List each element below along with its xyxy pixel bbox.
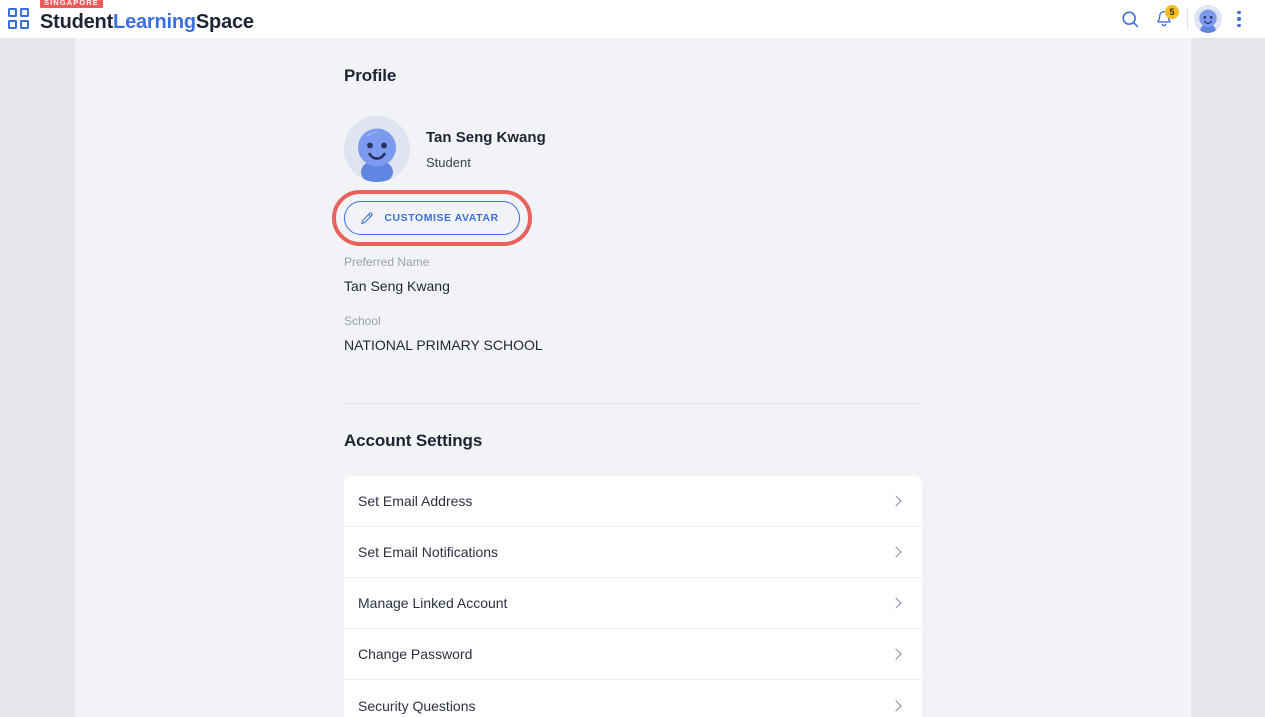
section-divider xyxy=(344,403,922,404)
notifications-button[interactable]: 5 xyxy=(1147,2,1181,36)
pencil-icon xyxy=(361,212,373,224)
setting-row-manage-linked-account[interactable]: Manage Linked Account xyxy=(344,578,922,629)
page-title: StudentLearningSpace xyxy=(40,10,254,34)
chevron-right-icon xyxy=(890,699,902,712)
list-item-label: Change Password xyxy=(358,646,473,662)
setting-row-security-questions[interactable]: Security Questions xyxy=(344,680,922,717)
chevron-right-icon xyxy=(890,648,902,660)
account-settings-list: Set Email Address Set Email Notification… xyxy=(344,476,922,717)
account-settings-heading: Account Settings xyxy=(344,431,483,450)
school-field: School NATIONAL PRIMARY SCHOOL xyxy=(344,313,922,355)
setting-row-change-password[interactable]: Change Password xyxy=(344,629,922,680)
brand-word-student: Student xyxy=(40,11,114,33)
list-item-label: Set Email Notifications xyxy=(358,544,499,560)
profile-user-name: Tan Seng Kwang xyxy=(426,128,546,146)
notification-count-badge: 5 xyxy=(1165,5,1179,19)
preferred-name-label: Preferred Name xyxy=(344,255,430,269)
apps-grid-icon[interactable] xyxy=(8,8,30,30)
setting-row-set-email-notifications[interactable]: Set Email Notifications xyxy=(344,527,922,578)
school-value: NATIONAL PRIMARY SCHOOL xyxy=(344,337,543,353)
avatar[interactable] xyxy=(1194,5,1222,33)
profile-summary-row: Tan Seng Kwang Student xyxy=(344,116,922,182)
brand-area: SINGAPORE StudentLearningSpace xyxy=(0,0,254,38)
chevron-right-icon xyxy=(890,546,902,558)
user-avatar-icon xyxy=(1194,5,1222,33)
top-bar-actions: 5 xyxy=(1113,0,1265,38)
chevron-right-icon xyxy=(890,495,902,507)
brand-word-learning: Learning xyxy=(113,11,196,33)
search-icon xyxy=(1121,10,1138,27)
preferred-name-field: Preferred Name Tan Seng Kwang xyxy=(344,254,922,296)
list-item-label: Manage Linked Account xyxy=(358,595,508,611)
vertical-dots-icon xyxy=(1237,10,1241,28)
toolbar-divider xyxy=(1187,8,1188,30)
profile-name-block: Tan Seng Kwang Student xyxy=(426,128,546,171)
profile-page-container: Profile Tan Seng Kwang Student CUSTOMISE… xyxy=(332,38,922,717)
profile-heading: Profile xyxy=(344,66,397,85)
list-item-label: Security Questions xyxy=(358,697,476,714)
more-options-button[interactable] xyxy=(1222,2,1256,36)
brand-title-wrap: SINGAPORE StudentLearningSpace xyxy=(40,0,254,34)
customise-avatar-label: CUSTOMISE AVATAR xyxy=(384,212,499,224)
search-button[interactable] xyxy=(1113,2,1147,36)
school-label: School xyxy=(344,314,381,328)
content-pane: Profile Tan Seng Kwang Student CUSTOMISE… xyxy=(75,38,1191,717)
singapore-badge: SINGAPORE xyxy=(40,0,103,8)
student-avatar-icon xyxy=(344,116,410,182)
customise-avatar-wrapper: CUSTOMISE AVATAR xyxy=(332,190,532,246)
setting-row-set-email-address[interactable]: Set Email Address xyxy=(344,476,922,527)
profile-user-role: Student xyxy=(426,154,471,170)
chevron-right-icon xyxy=(890,597,902,609)
list-item-label: Set Email Address xyxy=(358,493,473,509)
top-navigation-bar: SINGAPORE StudentLearningSpace 5 xyxy=(0,0,1265,38)
preferred-name-value: Tan Seng Kwang xyxy=(344,278,450,294)
customise-avatar-button[interactable]: CUSTOMISE AVATAR xyxy=(344,201,520,235)
brand-word-space: Space xyxy=(195,11,254,33)
profile-avatar xyxy=(344,116,410,182)
